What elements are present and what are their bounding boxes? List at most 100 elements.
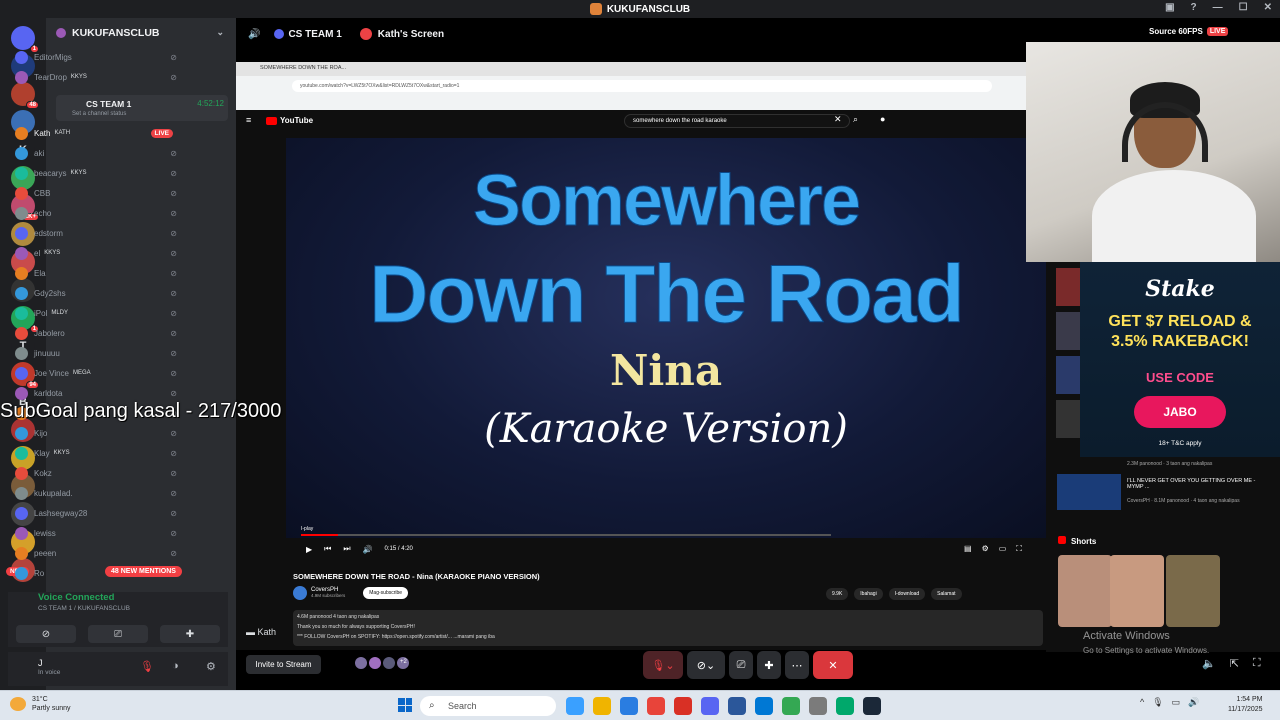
voice-user[interactable]: lewiss ⊘ — [15, 523, 185, 543]
taskbar-app-icon[interactable] — [566, 697, 584, 715]
captions-icon[interactable]: ▤ — [964, 544, 972, 554]
guild-header[interactable]: KUKUFANSCLUB ⌄ — [46, 18, 236, 48]
system-clock[interactable]: 1:54 PM 11/17/2025 — [1228, 695, 1263, 715]
short-thumbnail[interactable] — [1166, 555, 1220, 627]
like-button[interactable]: 9.9K — [826, 588, 849, 600]
taskbar-app-icon[interactable] — [809, 697, 827, 715]
voice-user[interactable]: Joe Vince MEGA ⊘ — [15, 363, 185, 383]
maximize-button[interactable]: ☐ — [1239, 2, 1248, 13]
voice-user[interactable]: el KKYS ⊘ — [15, 243, 185, 263]
sidebar-thumbnail[interactable] — [1056, 400, 1080, 438]
viewer-avatars[interactable]: +2 — [355, 657, 409, 669]
screen-share-button[interactable]: ⎚ — [88, 625, 148, 643]
channel-avatar[interactable] — [293, 586, 307, 600]
miniplayer-icon[interactable]: ▭ — [999, 544, 1007, 554]
volume-icon[interactable]: 🔊 — [363, 545, 373, 554]
channel-status[interactable]: Set a channel status — [72, 111, 126, 117]
screen-share-button[interactable]: ⎚ — [729, 651, 753, 679]
voice-user[interactable]: kukupalad. ⊘ — [15, 483, 185, 503]
chevron-up-icon[interactable]: ^ — [1140, 697, 1144, 708]
play-button[interactable]: ▶ — [306, 545, 312, 554]
more-button[interactable]: ⋯ — [785, 651, 809, 679]
volume-icon[interactable]: 🔊 — [1188, 697, 1199, 708]
voice-user[interactable]: beacarys KKYS ⊘ — [15, 163, 185, 183]
camera-button[interactable]: ⊘⌄ — [687, 651, 725, 679]
help-icon[interactable]: ? — [1191, 2, 1197, 13]
taskbar-app-icon[interactable] — [593, 697, 611, 715]
windows-start-icon[interactable] — [398, 698, 412, 712]
rec-title[interactable]: I'LL NEVER GET OVER YOU GETTING OVER ME … — [1127, 478, 1272, 490]
taskbar-app-icon[interactable] — [836, 697, 854, 715]
voice-user[interactable]: Lashsegway28 ⊘ — [15, 503, 185, 523]
settings-gear-icon[interactable]: ⚙ — [206, 660, 216, 673]
taskbar-app-icon[interactable] — [863, 697, 881, 715]
taskbar-app-icon[interactable] — [701, 697, 719, 715]
voice-user[interactable]: TearDrop KKYS ⊘ — [15, 67, 185, 87]
next-button[interactable]: ⏭ — [343, 544, 350, 554]
inbox-icon[interactable]: ▣ — [1165, 2, 1174, 13]
share-button[interactable]: Ibahagi — [854, 588, 883, 600]
rec-thumbnail[interactable] — [1057, 474, 1121, 510]
voice-user[interactable]: echo ⊘ — [15, 203, 185, 223]
voice-user[interactable]: jinuuuu ⊘ — [15, 343, 185, 363]
voice-user[interactable]: Klay KKYS ⊘ — [15, 443, 185, 463]
taskbar-app-icon[interactable] — [755, 697, 773, 715]
voice-user[interactable]: Ela ⊘ — [15, 263, 185, 283]
chevron-down-icon[interactable]: ⌄ — [216, 27, 224, 38]
close-button[interactable]: ✕ — [1264, 2, 1272, 13]
network-icon[interactable]: ▭ — [1172, 697, 1181, 708]
popout-icon[interactable]: ⇱ — [1230, 657, 1239, 670]
headphones-icon[interactable]: ◑ — [172, 660, 179, 672]
clear-search-icon[interactable]: ✕ — [834, 114, 842, 125]
voice-channel-cs-team-1[interactable]: CS TEAM 1 Set a channel status 4:52:12 — [56, 95, 228, 121]
settings-icon[interactable]: ⚙ — [982, 544, 989, 554]
voice-user[interactable]: iPol MLDY ⊘ — [15, 303, 185, 323]
download-button[interactable]: I-download — [888, 588, 926, 600]
menu-icon[interactable]: ≡ — [246, 115, 251, 125]
activities-button[interactable]: ✚ — [160, 625, 220, 643]
address-bar[interactable]: youtube.com/watch?v=LWZ5t7OXw&list=RDLWZ… — [292, 80, 992, 92]
voice-user[interactable]: aki ⊘ — [15, 143, 185, 163]
voice-channel-path[interactable]: CS TEAM 1 / KUKUFANSCLUB — [38, 605, 130, 612]
mute-icon[interactable]: 🎙 — [140, 660, 154, 673]
voice-user[interactable]: Kath KATH LIVE — [15, 123, 185, 143]
short-thumbnail[interactable] — [1058, 555, 1112, 627]
stake-ad[interactable]: Stake GET $7 RELOAD & 3.5% RAKEBACK! USE … — [1080, 262, 1280, 457]
microphone-icon[interactable]: 🎙 — [1152, 697, 1163, 708]
microphone-icon[interactable]: ● — [880, 114, 885, 124]
invite-to-stream-button[interactable]: Invite to Stream — [246, 655, 321, 674]
voice-user[interactable]: CBB ⊘ — [15, 183, 185, 203]
activities-button[interactable]: ✚ — [757, 651, 781, 679]
taskbar-app-icon[interactable] — [620, 697, 638, 715]
sidebar-thumbnail[interactable] — [1056, 356, 1080, 394]
voice-user[interactable]: EditorMigs ⊘ — [15, 47, 185, 67]
voice-user[interactable]: Kokz ⊘ — [15, 463, 185, 483]
search-icon[interactable]: ⌕ — [853, 114, 858, 125]
ad-code-button[interactable]: JABO — [1134, 396, 1226, 428]
sidebar-thumbnail[interactable] — [1056, 268, 1080, 306]
previous-button[interactable]: ⏮ — [324, 544, 331, 554]
minimize-button[interactable]: — — [1213, 2, 1223, 13]
taskbar-search[interactable]: ⌕ Search — [420, 696, 556, 716]
sidebar-thumbnail[interactable] — [1056, 312, 1080, 350]
youtube-search-input[interactable]: somewhere down the road karaoke — [624, 114, 850, 128]
fullscreen-icon[interactable]: ⛶ — [1016, 544, 1022, 554]
volume-icon[interactable]: 🔈 — [1202, 657, 1216, 670]
subscribe-button[interactable]: Mag-subscribe — [363, 587, 409, 599]
disconnect-button[interactable]: ✕ — [813, 651, 853, 679]
new-mentions-badge[interactable]: 48 NEW MENTIONS — [105, 566, 182, 577]
browser-tab[interactable]: SOMEWHERE DOWN THE ROA... — [236, 62, 1026, 76]
taskbar-app-icon[interactable] — [728, 697, 746, 715]
voice-user[interactable]: Kijo ⊘ — [15, 423, 185, 443]
voice-user[interactable]: edstorm ⊘ — [15, 223, 185, 243]
voice-user[interactable]: Gdy2shs ⊘ — [15, 283, 185, 303]
video-progress-bar[interactable] — [301, 534, 831, 536]
video-player[interactable]: Somewhere Down The Road Nina (Karaoke Ve… — [286, 138, 1046, 538]
voice-user[interactable]: Jabolero ⊘ — [15, 323, 185, 343]
fullscreen-icon[interactable]: ⛶ — [1253, 657, 1261, 670]
taskbar-app-icon[interactable] — [782, 697, 800, 715]
short-thumbnail[interactable] — [1110, 555, 1164, 627]
video-description[interactable]: 4.6M panonood 4 taon ang nakalipas Thank… — [293, 610, 1043, 646]
taskbar-app-icon[interactable] — [647, 697, 665, 715]
taskbar-app-icon[interactable] — [674, 697, 692, 715]
